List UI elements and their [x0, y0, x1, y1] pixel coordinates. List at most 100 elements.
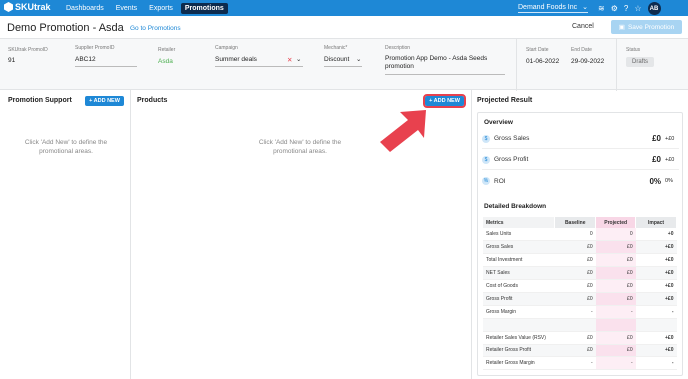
overview-delta: +£0 — [665, 156, 675, 163]
callout-arrow-icon — [380, 110, 426, 152]
nav-dashboards[interactable]: Dashboards — [62, 3, 108, 14]
nav-events[interactable]: Events — [112, 3, 141, 14]
help-icon[interactable]: ? — [624, 4, 628, 13]
table-row: Retailer Gross Margin - - - — [483, 356, 677, 371]
status-label: Status — [626, 47, 641, 53]
cell-metric: Retailer Gross Margin — [483, 356, 555, 371]
gear-icon[interactable]: ⚙ — [611, 4, 618, 13]
save-icon: ▣ — [618, 24, 625, 31]
overview-delta: 0% — [665, 178, 673, 184]
overview-value: £0 — [652, 134, 661, 143]
cancel-button[interactable]: Cancel — [572, 23, 594, 30]
col-baseline: Baseline — [554, 217, 597, 228]
table-row: Sales Units 0 0 +0 — [483, 228, 677, 242]
chevron-down-icon[interactable]: ⌄ — [296, 55, 301, 63]
table-row — [483, 318, 677, 332]
table-row: NET Sales £0 £0 +£0 — [483, 266, 677, 281]
overview-value: £0 — [652, 155, 661, 164]
table-row: Cost of Goods £0 £0 +£0 — [483, 279, 677, 293]
add-promotion-support-button[interactable]: + ADD NEW — [85, 96, 124, 106]
table-row: Gross Profit £0 £0 +£0 — [483, 292, 677, 306]
cell-metric: NET Sales — [483, 266, 555, 281]
cell-projected: 0 — [595, 228, 636, 242]
chevron-down-icon[interactable]: ⌄ — [356, 55, 361, 63]
promotion-fields: SKUtrak PromoID 91 Supplier PromoID ABC1… — [0, 38, 688, 91]
avatar[interactable]: AB — [647, 2, 661, 15]
supplier-promo-input[interactable]: ABC12 — [75, 56, 96, 63]
overview-roi: % ROI 0% 0% — [482, 171, 679, 191]
cell-impact: +£0 — [635, 292, 677, 306]
cell-baseline: £0 — [554, 331, 596, 345]
cell-metric: Gross Profit — [483, 292, 555, 306]
cell-impact: +£0 — [635, 266, 677, 281]
cell-metric: Total Investment — [483, 253, 555, 268]
promo-id-label: SKUtrak PromoID — [8, 47, 48, 53]
cell-projected: £0 — [595, 266, 636, 281]
start-date-label: Start Date — [526, 47, 549, 53]
table-row: Retailer Sales Value (RSV) £0 £0 +£0 — [483, 331, 677, 345]
cell-impact: +£0 — [635, 331, 677, 345]
cell-impact: +£0 — [635, 253, 677, 268]
cell-projected: £0 — [595, 253, 636, 268]
nav-promotions[interactable]: Promotions — [180, 2, 228, 14]
cell-metric: Retailer Gross Profit — [483, 344, 555, 358]
cell-metric: Gross Margin — [483, 305, 555, 319]
cell-projected: - — [595, 356, 636, 371]
company-select[interactable]: Demand Foods Inc ⌄ — [518, 2, 588, 13]
clear-icon[interactable]: ✕ — [287, 56, 292, 64]
promo-id-value: 91 — [8, 57, 16, 64]
cell-projected: £0 — [595, 279, 636, 293]
overview-delta: +£0 — [665, 135, 675, 142]
description-input[interactable]: Promotion App Demo - Asda Seeds promotio… — [385, 55, 505, 71]
promotion-support-empty: Click 'Add New' to define the promotiona… — [24, 139, 108, 155]
go-to-promotions-link[interactable]: Go to Promotions — [130, 25, 181, 32]
cell-baseline: £0 — [554, 279, 596, 293]
cell-projected: £0 — [595, 240, 636, 255]
cell-impact: +£0 — [635, 240, 677, 255]
col-metrics: Metrics — [483, 217, 556, 228]
overview-value: 0% — [649, 176, 661, 186]
overview-title: Overview — [484, 119, 513, 126]
campaign-select[interactable]: Summer deals — [215, 56, 257, 63]
page-title: Demo Promotion - Asda — [7, 22, 124, 34]
database-icon[interactable]: ≋ — [598, 4, 605, 13]
supplier-promo-label: Supplier PromoID — [75, 45, 115, 51]
end-date-value[interactable]: 29-09-2022 — [571, 58, 604, 65]
cell-impact: +£0 — [635, 279, 677, 293]
start-date-value[interactable]: 01-06-2022 — [526, 58, 559, 65]
star-icon[interactable]: ☆ — [634, 4, 641, 13]
cell-impact: +£0 — [635, 344, 677, 358]
campaign-label: Campaign — [215, 45, 238, 51]
cell-baseline: £0 — [554, 344, 596, 358]
breakdown-table: Metrics Baseline Projected Impact Sales … — [483, 217, 677, 371]
retailer-value: Asda — [158, 58, 173, 65]
company-name: Demand Foods Inc — [518, 3, 578, 11]
save-promotion-button[interactable]: ▣ Save Promotion — [611, 20, 682, 34]
cell-impact: +0 — [635, 228, 677, 242]
overview-label: Gross Sales — [494, 135, 530, 142]
overview-gross-profit: $ Gross Profit £0 +£0 — [482, 150, 679, 170]
cell-baseline: £0 — [554, 292, 596, 306]
cell-projected: £0 — [595, 344, 636, 358]
projected-result-title: Projected Result — [477, 97, 533, 104]
cell-baseline: £0 — [554, 240, 596, 255]
col-projected: Projected — [595, 217, 637, 228]
promotion-support-title: Promotion Support — [8, 97, 72, 104]
end-date-label: End Date — [571, 47, 592, 53]
detailed-breakdown-title: Detailed Breakdown — [484, 203, 547, 210]
cell-impact: - — [635, 305, 677, 319]
top-nav: SKUtrak Dashboards Events Exports Promot… — [0, 0, 688, 16]
brand-logo[interactable]: SKUtrak — [4, 2, 51, 12]
dollar-icon: $ — [482, 155, 490, 164]
cell-baseline — [554, 318, 596, 332]
mechanic-select[interactable]: Discount — [324, 56, 349, 63]
products-title: Products — [137, 97, 168, 104]
description-label: Description — [385, 45, 411, 51]
add-product-button[interactable]: + ADD NEW — [423, 94, 466, 108]
cell-impact: - — [635, 356, 677, 371]
nav-exports[interactable]: Exports — [145, 3, 177, 14]
table-header-row: Metrics Baseline Projected Impact — [483, 217, 677, 228]
table-row: Gross Sales £0 £0 +£0 — [483, 240, 677, 255]
cell-projected: - — [595, 305, 636, 319]
cell-projected — [595, 318, 636, 332]
